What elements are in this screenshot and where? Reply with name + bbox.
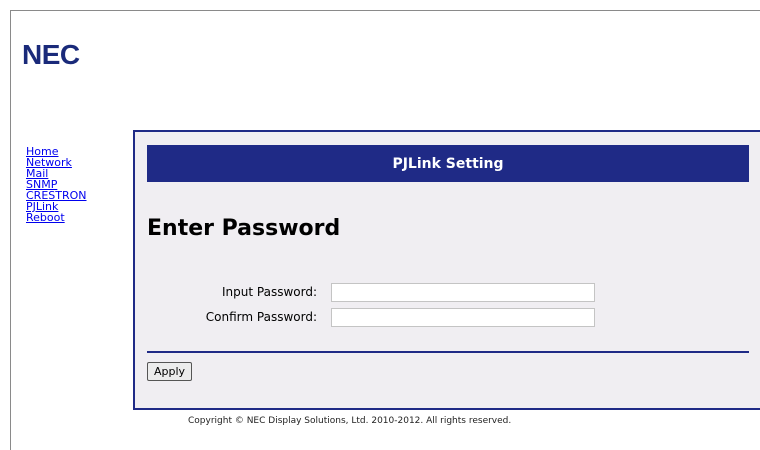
input-password-field[interactable] (331, 283, 595, 302)
input-password-row: Input Password: (135, 283, 760, 303)
nec-logo: NEC (22, 39, 80, 70)
settings-panel: PJLink Setting Enter Password Input Pass… (133, 130, 760, 410)
panel-divider (147, 351, 749, 353)
confirm-password-label: Confirm Password: (205, 310, 317, 324)
confirm-password-row: Confirm Password: (135, 308, 760, 328)
input-password-label: Input Password: (222, 285, 317, 299)
confirm-password-field[interactable] (331, 308, 595, 327)
sidebar-nav: Home Network Mail SNMP CRESTRON PJLink R… (26, 146, 87, 223)
nav-link-reboot[interactable]: Reboot (26, 212, 87, 223)
apply-button[interactable]: Apply (147, 362, 193, 381)
page-title: Enter Password (147, 216, 341, 241)
copyright-text: Copyright © NEC Display Solutions, Ltd. … (188, 416, 512, 426)
panel-header: PJLink Setting (147, 145, 749, 182)
